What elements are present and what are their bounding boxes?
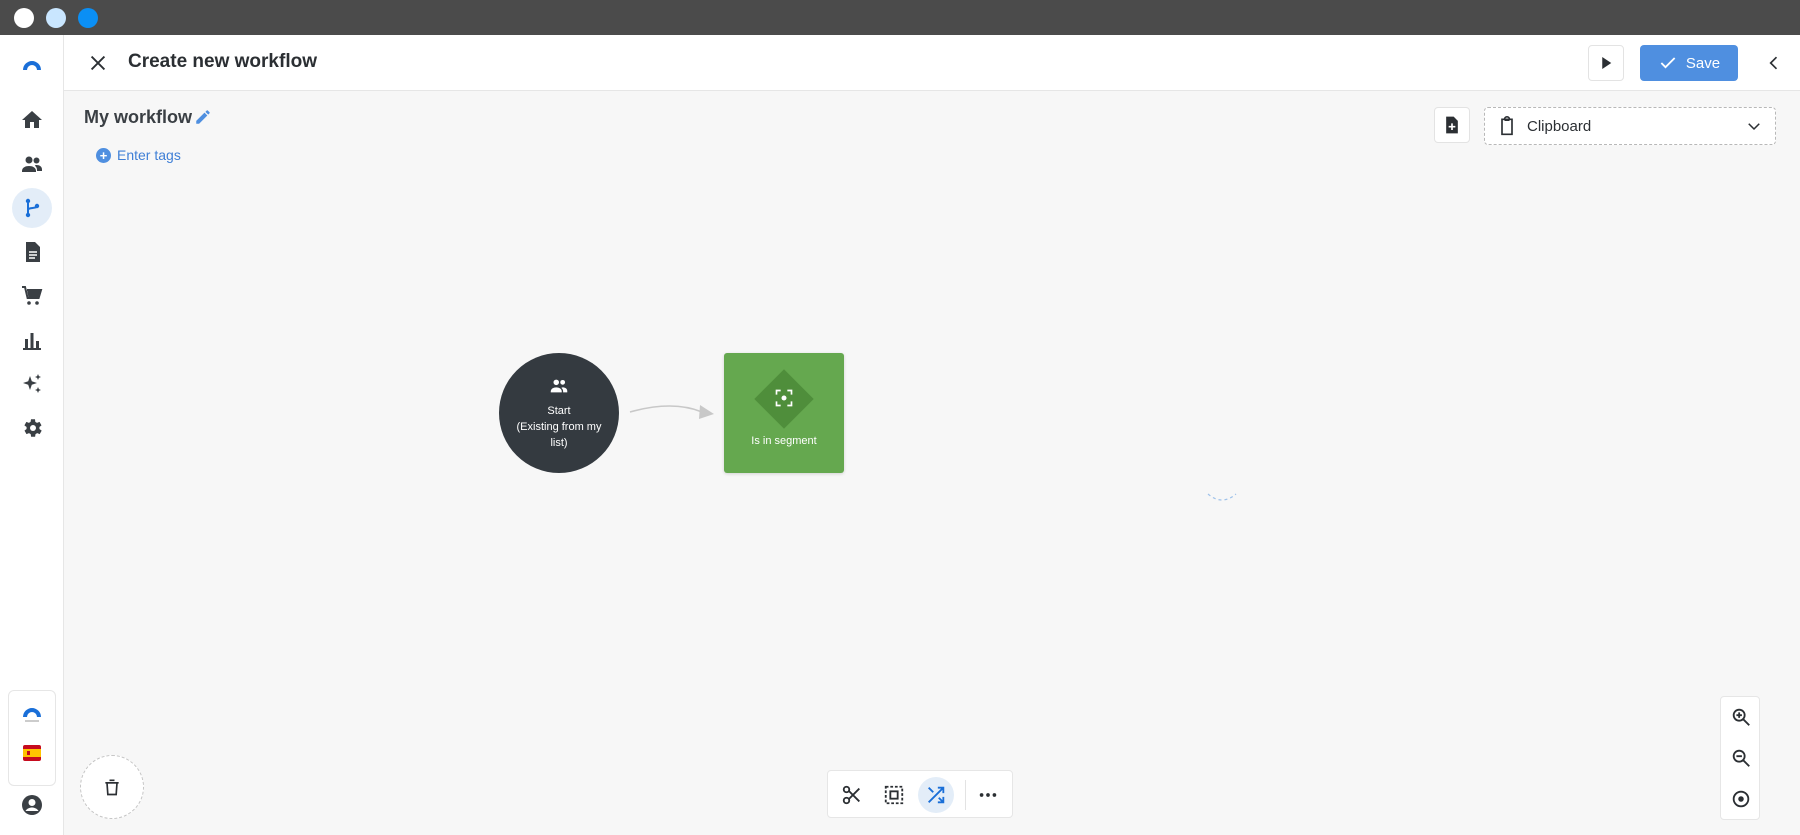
brand-logo[interactable] [12, 45, 52, 85]
scissors-icon [842, 785, 860, 805]
people-icon [550, 379, 568, 393]
chart-icon [23, 333, 41, 350]
window-close-dot[interactable] [14, 8, 34, 28]
paste-button[interactable] [1434, 107, 1470, 143]
enter-tags-label: Enter tags [117, 147, 181, 163]
window-title-bar [0, 0, 1800, 35]
product-logo-icon [23, 708, 41, 722]
trash-icon [105, 779, 119, 796]
workflow-icon [25, 198, 40, 218]
select-area-button[interactable] [876, 777, 912, 813]
account-circle-icon [22, 795, 42, 815]
zoom-in-button[interactable] [1725, 701, 1757, 733]
gear-icon [24, 419, 42, 437]
collapse-panel-button[interactable] [1760, 49, 1788, 77]
save-button-label: Save [1685, 54, 1721, 72]
close-button[interactable] [84, 49, 112, 77]
cut-button[interactable] [834, 777, 870, 813]
spain-flag-icon [23, 745, 41, 761]
pencil-icon[interactable] [194, 108, 212, 126]
chevron-down-icon [1748, 123, 1760, 131]
cart-icon [22, 286, 43, 305]
zoom-controls [1720, 696, 1760, 820]
page-header: Create new workflow Save [64, 35, 1800, 91]
toolbar-divider [965, 780, 966, 810]
shuffle-icon [928, 786, 945, 804]
sidebar-item-documents[interactable] [12, 232, 52, 272]
enter-tags-button[interactable]: + Enter tags [96, 147, 181, 163]
sidebar-item-shop[interactable] [12, 276, 52, 316]
save-button[interactable]: Save [1640, 45, 1738, 81]
brand-logo-icon [23, 61, 41, 70]
test-run-button[interactable] [1588, 45, 1624, 81]
delete-drop-zone[interactable] [80, 755, 144, 819]
center-focus-icon [1732, 790, 1750, 808]
document-icon [26, 242, 40, 262]
note-add-icon [1446, 116, 1458, 134]
sidebar-item-reports[interactable] [12, 320, 52, 360]
sidebar-item-contacts[interactable] [12, 144, 52, 184]
start-node[interactable]: Start (Existing from my list) [499, 353, 619, 473]
window-minimize-dot[interactable] [46, 8, 66, 28]
center-view-button[interactable] [1725, 783, 1757, 815]
play-icon [1602, 57, 1612, 69]
contacts-icon [22, 156, 42, 172]
loading-spinner [1207, 493, 1237, 501]
sidebar [0, 35, 64, 835]
canvas-toolbar [827, 770, 1013, 818]
language-switch[interactable] [12, 733, 52, 773]
close-icon [90, 55, 106, 71]
check-icon [1660, 57, 1676, 69]
user-profile[interactable] [12, 785, 52, 825]
sparkle-icon [23, 374, 41, 393]
clipboard-dropdown[interactable]: Clipboard [1484, 107, 1776, 145]
more-options-button[interactable] [970, 777, 1006, 813]
workflow-name: My workflow [84, 107, 193, 127]
clipboard-label: Clipboard [1527, 117, 1592, 135]
sidebar-item-settings[interactable] [12, 408, 52, 448]
zoom-in-icon [1732, 708, 1750, 726]
sidebar-item-home[interactable] [12, 100, 52, 140]
home-icon [22, 111, 42, 128]
clipboard-icon [1501, 116, 1513, 136]
sidebar-item-workflows[interactable] [12, 188, 52, 228]
page-title: Create new workflow [128, 51, 317, 72]
zoom-out-icon [1732, 749, 1750, 767]
focus-icon [775, 389, 793, 407]
start-node-title: Start [547, 405, 571, 417]
connector-arrow [629, 405, 714, 419]
select-all-icon [884, 785, 904, 805]
more-horizontal-icon [979, 793, 997, 797]
chevron-left-icon [1769, 56, 1778, 70]
start-node-subtitle: (Existing from my list) [516, 421, 602, 449]
add-circle-icon: + [96, 147, 111, 163]
segment-node-label: Is in segment [751, 435, 817, 447]
sidebar-item-ai[interactable] [12, 364, 52, 404]
segment-condition-node[interactable]: Is in segment [724, 353, 844, 473]
product-switch[interactable] [12, 693, 52, 733]
auto-arrange-button[interactable] [918, 777, 954, 813]
zoom-out-button[interactable] [1725, 742, 1757, 774]
window-maximize-dot[interactable] [78, 8, 98, 28]
